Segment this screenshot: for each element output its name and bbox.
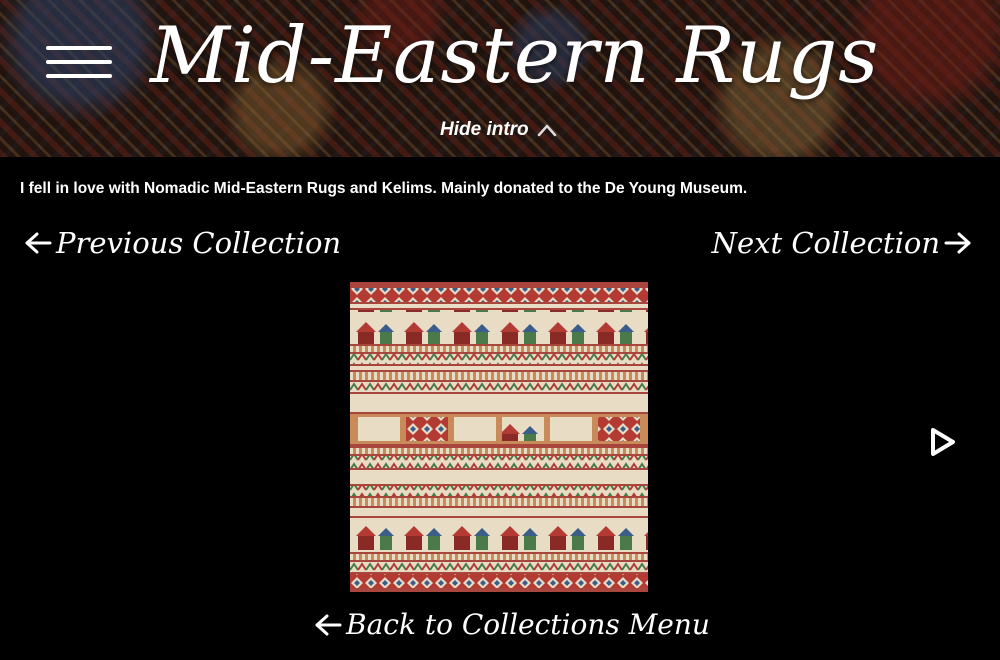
kelim-rug-image[interactable] bbox=[350, 282, 648, 592]
arrow-right-icon bbox=[944, 232, 971, 254]
arrow-left-icon bbox=[25, 232, 52, 254]
next-collection-link[interactable]: Next Collection bbox=[712, 226, 972, 260]
back-to-collections-label: Back to Collections Menu bbox=[346, 608, 710, 641]
play-icon bbox=[931, 428, 955, 456]
previous-collection-label: Previous Collection bbox=[56, 226, 342, 260]
rug-pattern bbox=[350, 282, 648, 592]
hide-intro-toggle[interactable]: Hide intro bbox=[440, 119, 557, 141]
site-title: Mid-Eastern Rugs bbox=[150, 11, 880, 101]
hamburger-menu-icon[interactable] bbox=[46, 46, 112, 82]
back-to-collections-link[interactable]: Back to Collections Menu bbox=[314, 608, 710, 641]
next-collection-label: Next Collection bbox=[711, 226, 940, 260]
arrow-left-icon bbox=[315, 614, 342, 635]
header-banner: Mid-Eastern Rugs Hide intro bbox=[0, 0, 1000, 157]
hide-intro-label: Hide intro bbox=[440, 119, 529, 140]
previous-collection-link[interactable]: Previous Collection bbox=[24, 226, 341, 260]
intro-text: I fell in love with Nomadic Mid-Eastern … bbox=[20, 180, 748, 197]
play-slideshow-button[interactable] bbox=[928, 426, 958, 458]
chevron-up-icon bbox=[537, 124, 556, 137]
